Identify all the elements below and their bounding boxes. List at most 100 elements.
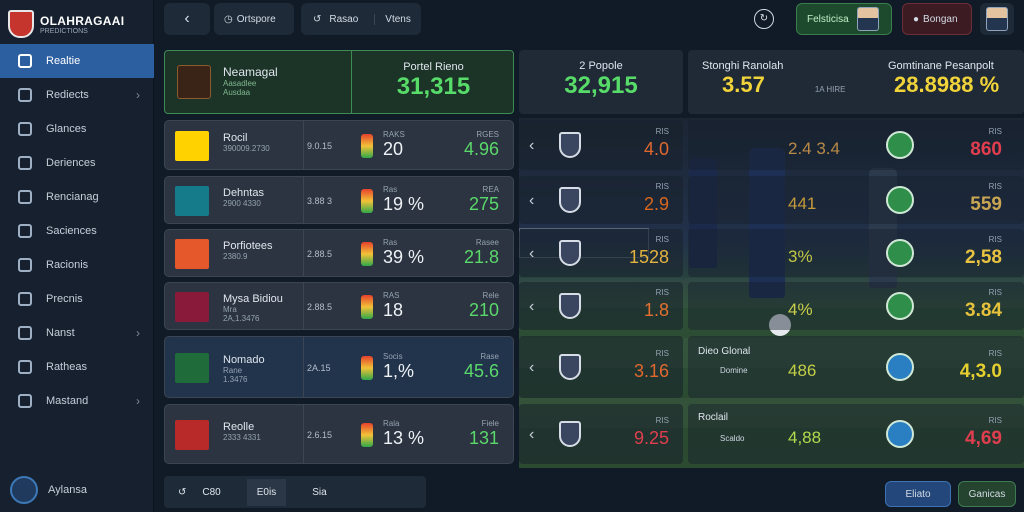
globe-icon (16, 120, 34, 138)
arrow-left-icon: ‹ (529, 426, 535, 443)
team-odds: 2.88.5 (307, 249, 333, 259)
odds-label: RIS (655, 127, 669, 136)
stats-cell[interactable]: 3% RIS 2,58 (688, 229, 1024, 277)
odds-value: 3.16 (633, 361, 669, 381)
team-name: Porfiotees (223, 240, 273, 252)
team-extra: Mra (223, 305, 237, 314)
back-button[interactable]: ‹ (164, 3, 210, 35)
stats-cell[interactable]: 2.4 3.4 RIS 860 (688, 120, 1024, 170)
bottom-tab-c80[interactable]: C80 (202, 487, 220, 498)
ganicas-button[interactable]: Ganicas (958, 481, 1016, 507)
tab-ortspore[interactable]: ◷ Ortspore (214, 3, 294, 35)
settings-icon[interactable]: ↻ (754, 9, 774, 29)
app-root: OLAHRAGAAI PREDICTIONS Realtie Rediects › G… (0, 0, 1024, 512)
bottom-tab-e0is[interactable]: E0is (246, 478, 287, 506)
tab-vtens[interactable]: Vtens (374, 13, 411, 25)
bottom-tab-sia[interactable]: Sia (312, 487, 326, 498)
match-card[interactable]: Mysa Bidiou Mra 2A,1.3476 2.88.5 RAS 18 … (164, 282, 514, 330)
rating-stat: RGES 4.96 (464, 130, 499, 160)
stats-cell[interactable]: 441 RIS 559 (688, 176, 1024, 224)
sidebar-item-8[interactable]: Nanst › (0, 316, 154, 350)
rating-stat: Rele 210 (469, 291, 499, 321)
brand-logo[interactable]: OLAHRAGAAI PREDICTIONS (8, 6, 124, 42)
sidebar-item-5[interactable]: Saciences (0, 214, 154, 248)
sidebar-item-4[interactable]: Rencianag (0, 180, 154, 214)
form-stat: Socis 1,% (383, 352, 414, 382)
eliato-label: Eliato (905, 488, 931, 500)
summary-total: Portel Rieno 31,315 (351, 51, 515, 113)
match-card[interactable]: Dehntas 2900 4330 3.88 3 Ras 19 % REA 27… (164, 176, 514, 224)
match-card[interactable]: Nomado Rane 1.3476 2A.15 Socis 1,% Rase … (164, 336, 514, 398)
stats-cell[interactable]: Roclail Scaldo 4,88 RIS 4,69 (688, 404, 1024, 464)
profile-avatar (986, 7, 1008, 31)
summary-panel: Neamagal Aasadlee Ausdaa Portel Rieno 31… (164, 50, 514, 114)
team-name: Nomado (223, 354, 265, 366)
action-icon[interactable] (886, 420, 914, 448)
action-icon[interactable] (886, 131, 914, 159)
avatar (856, 7, 879, 31)
eliato-button[interactable]: Eliato (885, 481, 951, 507)
odds-label: RIS (655, 182, 669, 191)
summary-stonghi-value: 3.57 (722, 72, 765, 97)
action-icon[interactable] (886, 186, 914, 214)
sidebar-item-6[interactable]: Racionis (0, 248, 154, 282)
form-stat: Ras 39 % (383, 238, 424, 268)
form-value: 13 % (383, 428, 425, 448)
user-icon: ● (913, 13, 920, 25)
sidebar-item-0[interactable]: Realtie (0, 44, 154, 78)
refresh-icon[interactable]: ↺ (178, 487, 186, 498)
rating-stat: Fiele 131 (469, 419, 499, 449)
team-name: Reolle (223, 421, 255, 433)
rating-value: 21.8 (463, 247, 499, 267)
team-name: Mysa Bidiou (223, 293, 283, 305)
odds-cell[interactable]: ‹ RIS 3.16 (519, 336, 683, 398)
sidebar-item-label: Deriences (46, 157, 96, 169)
match-card[interactable]: Rocil 390009.2730 9.0.15 RAKS 20 RGES 4.… (164, 120, 514, 170)
team-info: Dehntas 2900 4330 (223, 187, 264, 208)
felsticisa-button[interactable]: Felsticisa (796, 3, 892, 35)
sidebar-item-10[interactable]: Mastand › (0, 384, 154, 418)
odds-cell[interactable]: ‹ RIS 1528 (519, 229, 683, 277)
sidebar-footer[interactable]: Aylansa (10, 476, 87, 504)
stats-cell[interactable]: Dieo Glonal Domine 486 RIS 4,3.0 (688, 336, 1024, 398)
score-value: 860 (970, 139, 1002, 160)
action-icon[interactable] (886, 353, 914, 381)
rating-label: REA (482, 185, 499, 194)
refresh-icon[interactable]: ↺ (313, 14, 321, 25)
match-card[interactable]: Reolle 2333 4331 2.6.15 Rala 13 % Fiele … (164, 404, 514, 464)
rating-label: RGES (476, 130, 499, 139)
sidebar-item-3[interactable]: Deriences (0, 146, 154, 180)
sidebar-item-label: Precnis (46, 293, 83, 305)
stat-value: 4,88 (788, 428, 822, 447)
stats-cell[interactable]: 4% RIS 3.84 (688, 282, 1024, 330)
odds-cell[interactable]: ‹ RIS 1.8 (519, 282, 683, 330)
arrow-left-icon: ‹ (529, 245, 535, 262)
bottom-toolbar: ↺ C80 E0is Sia (164, 476, 426, 508)
odds-label: RIS (655, 288, 669, 297)
odds-cell[interactable]: ‹ RIS 4.0 (519, 120, 683, 170)
team-logo-icon (175, 239, 209, 269)
form-value: 18 (383, 300, 404, 320)
sidebar-item-label: Racionis (46, 259, 89, 271)
bongan-button[interactable]: ● Bongan (902, 3, 972, 35)
odds-cell[interactable]: ‹ RIS 2.9 (519, 176, 683, 224)
clock-icon: ◷ (224, 13, 233, 25)
form-label: Rala (383, 419, 400, 428)
sidebar-item-1[interactable]: Rediects › (0, 78, 154, 112)
top-bar: ‹ ◷ Ortspore ↺ Rasao Vtens ↻ Felsticisa … (154, 0, 1024, 40)
tab-rasao[interactable]: Rasao (329, 14, 358, 25)
summary-popole-value: 32,915 (564, 72, 638, 99)
action-icon[interactable] (886, 239, 914, 267)
odds-cell[interactable]: ‹ RIS 9.25 (519, 404, 683, 464)
sidebar-item-2[interactable]: Glances (0, 112, 154, 146)
sidebar-item-9[interactable]: Ratheas (0, 350, 154, 384)
match-card[interactable]: Porfiotees 2380.9 2.88.5 Ras 39 % Rasee … (164, 229, 514, 277)
profile-button[interactable] (980, 3, 1014, 35)
team-info: Mysa Bidiou Mra 2A,1.3476 (223, 293, 283, 323)
sidebar-item-7[interactable]: Precnis (0, 282, 154, 316)
score-value: 2,58 (965, 247, 1002, 268)
team-logo-icon (175, 292, 209, 322)
action-icon[interactable] (886, 292, 914, 320)
stat-value: 3% (788, 247, 813, 266)
team-odds: 9.0.15 (307, 141, 333, 151)
